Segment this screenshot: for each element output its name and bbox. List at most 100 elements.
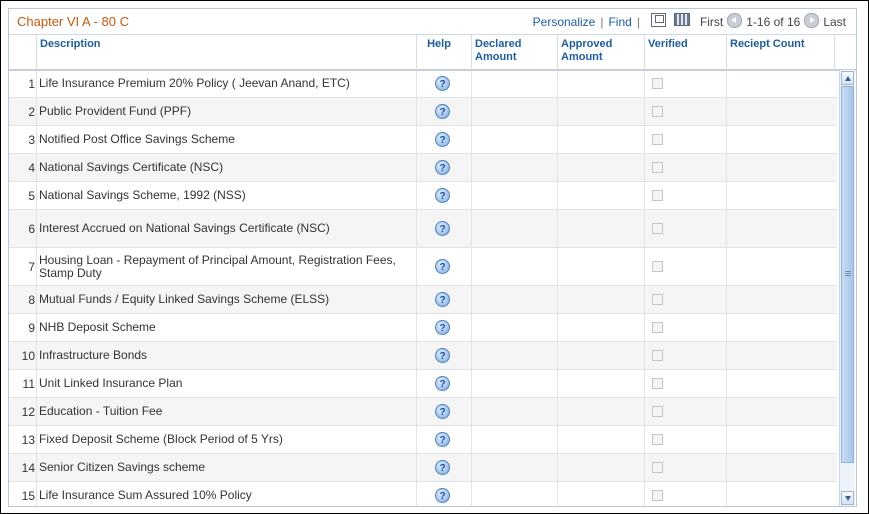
receipt-count-cell[interactable] (726, 126, 727, 153)
verified-cell[interactable] (644, 154, 645, 181)
declared-amount-cell[interactable] (471, 248, 472, 285)
verified-checkbox[interactable] (652, 106, 663, 117)
help-icon[interactable]: ? (435, 320, 450, 335)
verified-cell[interactable] (644, 70, 645, 97)
verified-cell[interactable] (644, 370, 645, 397)
verified-checkbox[interactable] (652, 223, 663, 234)
approved-amount-cell[interactable] (557, 210, 558, 247)
declared-amount-header[interactable]: Declared Amount (471, 35, 557, 69)
approved-amount-cell[interactable] (557, 454, 558, 481)
help-icon[interactable]: ? (435, 460, 450, 475)
declared-amount-cell[interactable] (471, 182, 472, 209)
description-header[interactable]: Description (36, 35, 416, 69)
receipt-count-cell[interactable] (726, 210, 727, 247)
verified-cell[interactable] (644, 426, 645, 453)
approved-amount-cell[interactable] (557, 248, 558, 285)
verified-checkbox[interactable] (652, 294, 663, 305)
approved-amount-cell[interactable] (557, 342, 558, 369)
declared-amount-cell[interactable] (471, 314, 472, 341)
approved-amount-cell[interactable] (557, 126, 558, 153)
declared-amount-cell[interactable] (471, 426, 472, 453)
verified-header[interactable]: Verified (644, 35, 726, 69)
verified-cell[interactable] (644, 210, 645, 247)
declared-amount-cell[interactable] (471, 342, 472, 369)
help-icon[interactable]: ? (435, 188, 450, 203)
scroll-up-icon[interactable] (841, 71, 854, 85)
download-grid-icon[interactable] (673, 13, 690, 26)
receipt-count-cell[interactable] (726, 370, 727, 397)
verified-checkbox[interactable] (652, 162, 663, 173)
declared-amount-cell[interactable] (471, 482, 472, 506)
declared-amount-cell[interactable] (471, 454, 472, 481)
declared-amount-cell[interactable] (471, 370, 472, 397)
verified-cell[interactable] (644, 182, 645, 209)
receipt-count-cell[interactable] (726, 154, 727, 181)
approved-amount-cell[interactable] (557, 426, 558, 453)
declared-amount-cell[interactable] (471, 98, 472, 125)
verified-checkbox[interactable] (652, 490, 663, 501)
verified-checkbox[interactable] (652, 190, 663, 201)
help-icon[interactable]: ? (435, 259, 450, 274)
approved-amount-cell[interactable] (557, 482, 558, 506)
help-icon[interactable]: ? (435, 221, 450, 236)
verified-cell[interactable] (644, 342, 645, 369)
verified-cell[interactable] (644, 248, 645, 285)
verified-checkbox[interactable] (652, 434, 663, 445)
find-link[interactable]: Find (608, 15, 631, 29)
declared-amount-cell[interactable] (471, 398, 472, 425)
verified-checkbox[interactable] (652, 78, 663, 89)
receipt-count-header[interactable]: Reciept Count (726, 35, 834, 69)
verified-cell[interactable] (644, 314, 645, 341)
verified-cell[interactable] (644, 398, 645, 425)
receipt-count-cell[interactable] (726, 482, 727, 506)
receipt-count-cell[interactable] (726, 398, 727, 425)
approved-amount-header[interactable]: Approved Amount (557, 35, 644, 69)
vertical-scrollbar[interactable] (839, 70, 855, 506)
verified-cell[interactable] (644, 286, 645, 313)
help-icon[interactable]: ? (435, 76, 450, 91)
help-icon[interactable]: ? (435, 132, 450, 147)
declared-amount-cell[interactable] (471, 286, 472, 313)
receipt-count-cell[interactable] (726, 182, 727, 209)
verified-checkbox[interactable] (652, 322, 663, 333)
approved-amount-cell[interactable] (557, 314, 558, 341)
verified-checkbox[interactable] (652, 350, 663, 361)
scroll-down-icon[interactable] (841, 491, 854, 505)
declared-amount-cell[interactable] (471, 70, 472, 97)
approved-amount-cell[interactable] (557, 182, 558, 209)
verified-cell[interactable] (644, 454, 645, 481)
help-icon[interactable]: ? (435, 432, 450, 447)
help-icon[interactable]: ? (435, 292, 450, 307)
receipt-count-cell[interactable] (726, 286, 727, 313)
help-icon[interactable]: ? (435, 376, 450, 391)
declared-amount-cell[interactable] (471, 126, 472, 153)
approved-amount-cell[interactable] (557, 98, 558, 125)
scroll-thumb[interactable] (841, 86, 854, 463)
receipt-count-cell[interactable] (726, 454, 727, 481)
verified-checkbox[interactable] (652, 134, 663, 145)
approved-amount-cell[interactable] (557, 154, 558, 181)
receipt-count-cell[interactable] (726, 426, 727, 453)
verified-cell[interactable] (644, 126, 645, 153)
verified-checkbox[interactable] (652, 261, 663, 272)
help-icon[interactable]: ? (435, 104, 450, 119)
help-icon[interactable]: ? (435, 160, 450, 175)
previous-arrow-icon[interactable] (727, 13, 743, 28)
declared-amount-cell[interactable] (471, 154, 472, 181)
receipt-count-cell[interactable] (726, 70, 727, 97)
receipt-count-cell[interactable] (726, 98, 727, 125)
receipt-count-cell[interactable] (726, 342, 727, 369)
declared-amount-cell[interactable] (471, 210, 472, 247)
receipt-count-cell[interactable] (726, 248, 727, 285)
help-icon[interactable]: ? (435, 348, 450, 363)
verified-cell[interactable] (644, 98, 645, 125)
approved-amount-cell[interactable] (557, 286, 558, 313)
view-all-icon[interactable] (650, 12, 666, 27)
verified-checkbox[interactable] (652, 378, 663, 389)
personalize-link[interactable]: Personalize (533, 15, 596, 29)
approved-amount-cell[interactable] (557, 398, 558, 425)
verified-cell[interactable] (644, 482, 645, 506)
verified-checkbox[interactable] (652, 462, 663, 473)
receipt-count-cell[interactable] (726, 314, 727, 341)
help-icon[interactable]: ? (435, 488, 450, 503)
